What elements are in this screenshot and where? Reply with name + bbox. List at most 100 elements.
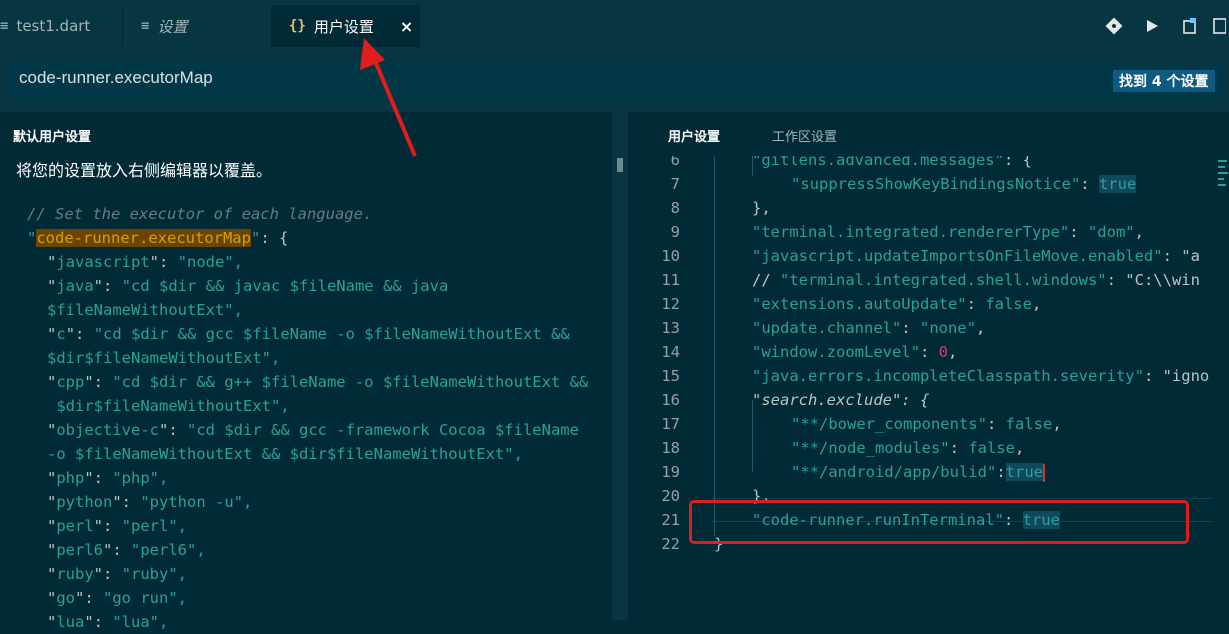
line-number: 12 [661,295,680,313]
settings-file-icon: ≡ [141,18,150,34]
scrollbar-thumb[interactable] [617,158,623,172]
tab-user-settings[interactable]: {} 用户设置 × [271,5,420,47]
code-line: "**/android/app/bulid":true [791,463,1045,482]
json-key: php [56,469,85,487]
code-line: }, [752,199,771,217]
json-key: javascript [56,253,150,271]
code-line: "objective-c": "cd $dir && gcc -framewor… [47,421,579,439]
override-hint: 将您的设置放入右侧编辑器以覆盖。 [16,161,273,180]
result-count-badge: 找到 4 个设置 [1113,70,1215,92]
split-editor-icon[interactable] [1209,7,1229,45]
open-file-icon[interactable] [1171,7,1209,45]
code-line: "search.exclude": { [752,391,930,409]
code-line: "ruby": "ruby", [47,565,187,583]
line-number: 11 [661,271,680,289]
code-line-continuation: $dir$fileNameWithoutExt", [47,349,281,367]
json-value: "node", [177,253,243,271]
line-number: 22 [661,535,680,553]
tab-test1-dart[interactable]: ≡ test1.dart [0,5,122,47]
json-key: python [56,493,113,511]
json-key: lua [56,613,85,631]
json-value: "php", [112,469,169,487]
line-number: 16 [661,391,680,409]
code-line: "javascript.updateImportsOnFileMove.enab… [752,247,1200,265]
code-line: "perl": "perl", [47,517,187,535]
tab-label: test1.dart [16,17,91,35]
indent-guide [714,156,715,536]
line-number: 15 [661,367,680,385]
tab-bar: ≡ test1.dart ≡ 设置 {} 用户设置 × [0,0,1229,47]
json-value: "ruby", [121,565,187,583]
text-caret [1042,463,1045,482]
json-value: "python -u", [140,493,253,511]
pane-divider[interactable] [612,112,628,620]
json-key: objective-c [56,421,159,439]
json-key: c [56,325,66,343]
code-line-continuation: $fileNameWithoutExt", [47,301,243,319]
code-line: "cpp": "cd $dir && g++ $fileName -o $fil… [47,373,589,391]
tab-workspace-settings[interactable]: 工作区设置 [772,126,837,145]
code-line: "php": "php", [47,469,169,487]
code-line: "extensions.autoUpdate": false, [752,295,1042,313]
line-number: 13 [661,319,680,337]
code-line-continuation: $dir$fileNameWithoutExt", [47,397,290,415]
tab-settings[interactable]: ≡ 设置 [123,5,271,47]
annotation-highlight-box [689,500,1189,544]
json-value: "go run", [103,589,188,607]
settings-search-box: 找到 4 个设置 [6,61,1226,99]
settings-target-tabs: 用户设置 工作区设置 [628,112,1229,156]
json-value: "perl", [121,517,187,535]
code-line: "terminal.integrated.rendererType": "dom… [752,223,1144,241]
code-line: "**/node_modules": false, [791,439,1025,457]
run-icon[interactable] [1133,7,1171,45]
code-line: "code-runner.executorMap": { [27,229,289,247]
json-value: "cd $dir && gcc $fileName -o $fileNameWi… [93,325,570,343]
line-number: 14 [661,343,680,361]
close-icon[interactable]: × [400,17,413,36]
settings-search-input[interactable] [19,68,919,88]
json-key: java [56,277,94,295]
code-line: "suppressShowKeyBindingsNotice": true [791,175,1137,193]
code-line: "c": "cd $dir && gcc $fileName -o $fileN… [47,325,570,343]
json-key: ruby [56,565,94,583]
code-line: "**/bower_components": false, [791,415,1062,433]
editor-actions [1095,5,1229,47]
json-value: "cd $dir && g++ $fileName -o $fileNameWi… [112,373,589,391]
json-value: "perl6", [131,541,206,559]
user-settings-editor[interactable]: 6 "gitlens.advanced.messages": {7 "suppres… [628,156,1229,620]
line-number: 21 [661,511,680,529]
code-line: "perl6": "perl6", [47,541,206,559]
minimap[interactable] [1216,158,1229,198]
json-key: perl6 [56,541,104,559]
code-line: "update.channel": "none", [752,319,986,337]
json-key: go [56,589,76,607]
code-line: "lua": "lua", [47,613,169,631]
code-comment: // Set the executor of each language. [27,205,373,223]
line-number: 18 [661,439,680,457]
json-key: cpp [56,373,85,391]
file-icon: ≡ [0,18,9,34]
settings-search-row: 找到 4 个设置 [0,47,1229,112]
code-line: "java": "cd $dir && javac $fileName && j… [47,277,449,295]
json-value: "lua", [112,613,169,631]
line-number: 7 [670,175,680,193]
code-line-continuation: -o $fileNameWithoutExt && $dir$fileNameW… [47,445,523,463]
code-line: "javascript": "node", [47,253,243,271]
json-key: perl [56,517,94,535]
line-number: 19 [661,463,680,481]
tab-label: 设置 [157,17,188,36]
json-braces-icon: {} [289,18,306,34]
code-line: "python": "python -u", [47,493,253,511]
line-number: 20 [661,487,680,505]
line-number: 8 [670,199,680,217]
tab-user-settings-target[interactable]: 用户设置 [668,126,720,145]
code-line: "window.zoomLevel": 0, [752,343,958,361]
git-compare-icon[interactable] [1095,7,1133,45]
highlighted-key: code-runner.executorMap [36,229,251,247]
line-number: 9 [670,223,680,241]
code-line: "java.errors.incompleteClasspath.severit… [752,367,1210,385]
default-settings-pane: 默认用户设置 将您的设置放入右侧编辑器以覆盖。 // Set the execu… [0,112,612,631]
tab-label: 用户设置 [313,17,374,36]
line-number: 17 [661,415,680,433]
default-settings-header: 默认用户设置 [13,130,92,145]
